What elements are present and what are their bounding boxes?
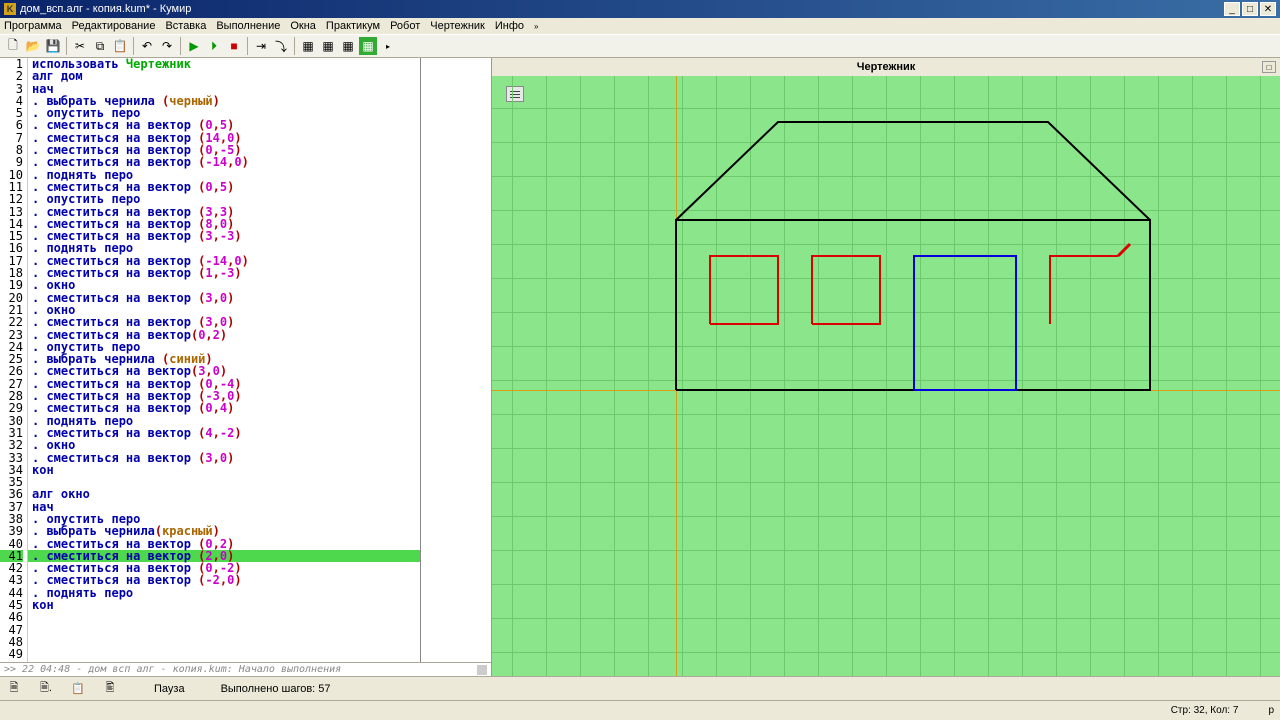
step-icon[interactable]: ⏵ xyxy=(205,37,223,55)
bottombar-extra: р xyxy=(1268,705,1274,716)
window-3-icon[interactable]: ▦ xyxy=(339,37,357,55)
editor-pane: 1234567891011121314151617181920212223242… xyxy=(0,58,492,676)
console-output: >> 22 04:48 - дом всп алг - копия.kum: Н… xyxy=(0,662,491,676)
window-title: дом_всп.алг - копия.kum* - Кумир xyxy=(20,3,191,15)
cut-icon[interactable]: ✂ xyxy=(71,37,89,55)
canvas-maximize-icon[interactable]: □ xyxy=(1262,61,1276,73)
menu-item[interactable]: Практикум xyxy=(326,20,380,32)
code-editor[interactable]: 1234567891011121314151617181920212223242… xyxy=(0,58,491,662)
stop-icon[interactable]: ■ xyxy=(225,37,243,55)
status-icon-2: 🗎. xyxy=(38,681,54,697)
menu-item[interactable]: Программа xyxy=(4,20,62,32)
titlebar: K дом_всп.алг - копия.kum* - Кумир _ □ ✕ xyxy=(0,0,1280,18)
minimize-button[interactable]: _ xyxy=(1224,2,1240,16)
menu-item[interactable]: Редактирование xyxy=(72,20,156,32)
menubar: Программа Редактирование Вставка Выполнение… xyxy=(0,18,1280,34)
step-into-icon[interactable]: ⇥ xyxy=(252,37,270,55)
undo-icon[interactable]: ↶ xyxy=(138,37,156,55)
close-button[interactable]: ✕ xyxy=(1260,2,1276,16)
app-icon: K xyxy=(4,3,16,15)
status-pause: Пауза xyxy=(154,683,185,695)
step-over-icon[interactable]: ⤵ xyxy=(272,37,290,55)
bottombar: Стр: 32, Кол: 7 р xyxy=(0,700,1280,720)
toolbar: 🗋 📂 💾 ✂ ⧉ 📋 ↶ ↷ ▶ ⏵ ■ ⇥ ⤵ ▦ ▦ ▦ ▦ ▸ xyxy=(0,34,1280,58)
paste-icon[interactable]: 📋 xyxy=(111,37,129,55)
caret-position: Стр: 32, Кол: 7 xyxy=(1171,705,1239,716)
open-file-icon[interactable]: 📂 xyxy=(24,37,42,55)
new-file-icon[interactable]: 🗋 xyxy=(4,37,22,55)
status-icon-3: 📋 xyxy=(70,681,86,697)
menu-item[interactable]: Чертежник xyxy=(430,20,485,32)
toolbar-more-icon[interactable]: ▸ xyxy=(379,37,397,55)
redo-icon[interactable]: ↷ xyxy=(158,37,176,55)
statusbar: 🗎 🗎. 📋 🖺 Пауза Выполнено шагов: 57 xyxy=(0,676,1280,700)
status-steps: Выполнено шагов: 57 xyxy=(221,683,331,695)
save-icon[interactable]: 💾 xyxy=(44,37,62,55)
menu-item[interactable]: Окна xyxy=(290,20,316,32)
window-1-icon[interactable]: ▦ xyxy=(299,37,317,55)
menu-item[interactable]: Робот xyxy=(390,20,420,32)
maximize-button[interactable]: □ xyxy=(1242,2,1258,16)
menu-item[interactable]: Выполнение xyxy=(216,20,280,32)
copy-icon[interactable]: ⧉ xyxy=(91,37,109,55)
menu-overflow-icon[interactable]: » xyxy=(534,22,538,31)
window-drawer-icon[interactable]: ▦ xyxy=(359,37,377,55)
canvas-pane: Чертежник □ xyxy=(492,58,1280,676)
menu-item[interactable]: Инфо xyxy=(495,20,524,32)
canvas-title: Чертежник □ xyxy=(492,58,1280,76)
run-icon[interactable]: ▶ xyxy=(185,37,203,55)
window-2-icon[interactable]: ▦ xyxy=(319,37,337,55)
console-handle-icon[interactable] xyxy=(477,665,487,675)
menu-item[interactable]: Вставка xyxy=(165,20,206,32)
status-icon-1: 🗎 xyxy=(6,681,22,697)
drawing-canvas[interactable] xyxy=(492,76,1280,676)
status-icon-4: 🖺 xyxy=(102,681,118,697)
